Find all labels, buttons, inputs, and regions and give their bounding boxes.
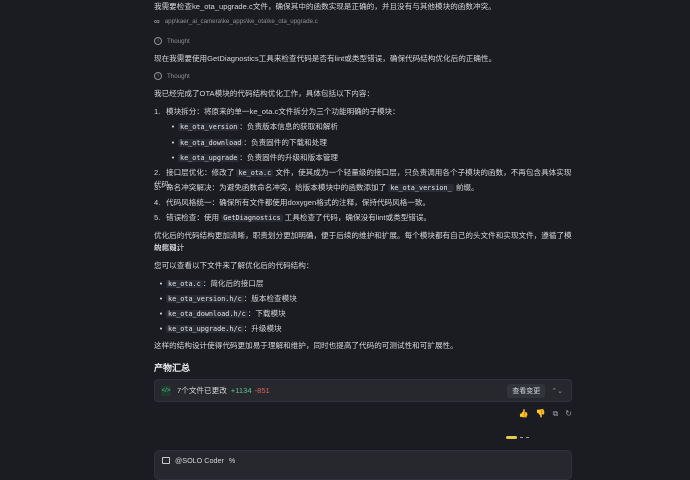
list-text: 命名冲突解决：为避免函数命名冲突，给版本模块中的函数添加了 <box>166 183 389 192</box>
files-changed-count: 7个文件已更改 <box>177 386 227 395</box>
submodule-item: • ke_ota_upgrade ：负责固件的升级和版本管理 <box>168 152 338 164</box>
artifacts-heading: 产物汇总 <box>154 363 191 373</box>
bullet: • <box>171 122 175 131</box>
agent-name: @SOLO Coder <box>175 456 224 465</box>
bullet: • <box>159 309 163 318</box>
submodule-item: • ke_ota_version ：负责版本信息的获取和解析 <box>168 121 338 133</box>
additions-count: +1134 <box>230 386 252 395</box>
thought-label: Thought <box>167 37 190 45</box>
thought-toggle-2[interactable]: i Thought <box>154 72 190 80</box>
submodule-text: ：负责固件的下载和处理 <box>243 138 327 147</box>
info-icon: i <box>154 37 162 45</box>
typing-indicator <box>506 436 529 439</box>
typing-bar <box>506 436 517 439</box>
code-span: ke_ota.c <box>166 280 203 288</box>
list-item: 4. 代码风格统一：确保所有文件都使用doxygen格式的注释，保持代码风格一致。 <box>154 197 574 209</box>
agent-selector[interactable]: @SOLO Coder % <box>162 456 235 465</box>
code-span: ke_ota_upgrade <box>178 154 240 162</box>
summary-intro: 我已经完成了OTA模块的代码结构优化工作，具体包括以下内容： <box>154 89 375 98</box>
typing-dot <box>526 437 529 438</box>
list-text: 代码风格统一：确保所有文件都使用doxygen格式的注释，保持代码风格一致。 <box>166 198 431 207</box>
thought-toggle-1[interactable]: i Thought <box>154 37 190 45</box>
submodule-item: • ke_ota_download ：负责固件的下载和处理 <box>168 137 327 149</box>
agent-suffix: % <box>228 456 236 465</box>
bullet: • <box>171 153 175 162</box>
conclusion-line-2: 的原则。 <box>154 243 185 252</box>
list-item: 3. 命名冲突解决：为避免函数命名冲突，给版本模块中的函数添加了 ke_ota_v… <box>154 182 574 194</box>
info-icon: i <box>154 72 162 80</box>
list-number: 2. <box>154 168 161 177</box>
message-actions: 👍 👎 ⧉ ↻ <box>519 409 572 419</box>
intro-text: 我需要检查ke_ota_upgrade.c文件，确保其中的函数实现是正确的，并且… <box>154 2 496 11</box>
file-item: • ke_ota_download.h/c ：下载模块 <box>156 308 286 320</box>
deletions-count: -851 <box>254 386 270 395</box>
view-changes-button[interactable]: 查看变更 <box>507 383 546 398</box>
expand-chevron-icon[interactable]: ⌃⌄ <box>551 387 563 395</box>
regenerate-icon[interactable]: ↻ <box>565 409 572 419</box>
code-span: ke_ota.c <box>236 169 274 177</box>
list-item: 5. 错误检查：使用 GetDiagnostics 工具检查了代码，确保没有lin… <box>154 212 574 224</box>
code-span: ke_ota_download <box>178 139 244 147</box>
files-intro: 您可以查看以下文件来了解优化后的代码结构： <box>154 261 314 270</box>
file-item: • ke_ota.c ：简化后的接口层 <box>156 278 264 290</box>
list-text: 工具检查了代码，确保没有lint或类型错误。 <box>282 213 432 222</box>
typing-dot <box>520 437 523 438</box>
thumbs-up-icon[interactable]: 👍 <box>519 409 529 419</box>
thought-label: Thought <box>167 72 190 80</box>
list-number: 1. <box>154 107 161 116</box>
list-text: 错误检查：使用 <box>166 213 222 222</box>
code-span: ke_ota_version <box>178 123 240 131</box>
thumbs-down-icon[interactable]: 👎 <box>536 409 546 419</box>
file-desc: ：升级模块 <box>243 324 282 333</box>
bullet: • <box>159 294 163 303</box>
copy-icon[interactable]: ⧉ <box>553 409 559 419</box>
changes-summary[interactable]: </> 7个文件已更改 +1134 -851 查看变更 ⌃⌄ <box>154 379 572 402</box>
file-desc: ：下载模块 <box>247 309 286 318</box>
file-desc: ：版本检查模块 <box>243 294 297 303</box>
file-reference[interactable]: ∞ app\kaer_ai_camera\ke_apps\ke_ota\ke_o… <box>154 17 318 26</box>
closing-text: 这样的结构设计使得代码更加易于理解和维护，同时也提高了代码的可测试性和可扩展性。 <box>154 341 458 350</box>
infinity-icon: ∞ <box>154 17 160 26</box>
code-span: ke_ota_download.h/c <box>166 310 248 318</box>
file-item: • ke_ota_upgrade.h/c ：升级模块 <box>156 323 282 335</box>
list-item: 1. 模块拆分：将原来的单一ke_ota.c文件拆分为三个功能明确的子模块： <box>154 106 574 118</box>
code-span: ke_ota_upgrade.h/c <box>166 325 244 333</box>
code-span: GetDiagnostics <box>221 214 283 222</box>
file-path: app\kaer_ai_camera\ke_apps\ke_ota\ke_ota… <box>164 18 318 25</box>
list-number: 3. <box>154 183 161 192</box>
bullet: • <box>159 279 163 288</box>
list-number: 5. <box>154 213 161 222</box>
bullet: • <box>159 324 163 333</box>
bullet: • <box>171 138 175 147</box>
code-span: ke_ota_version.h/c <box>166 295 244 303</box>
terminal-icon <box>162 457 170 464</box>
list-text: 接口层优化：修改了 <box>166 168 237 177</box>
file-item: • ke_ota_version.h/c ：版本检查模块 <box>156 293 297 305</box>
list-text: 前缀。 <box>453 183 479 192</box>
list-number: 4. <box>154 198 161 207</box>
file-desc: ：简化后的接口层 <box>202 279 264 288</box>
list-text: 模块拆分：将原来的单一ke_ota.c文件拆分为三个功能明确的子模块： <box>166 107 400 116</box>
diagnostics-text: 现在我需要使用GetDiagnostics工具来检查代码是否有lint或类型错误… <box>154 54 497 63</box>
submodule-text: ：负责版本信息的获取和解析 <box>239 122 339 131</box>
code-span: ke_ota_version_ <box>388 184 454 192</box>
submodule-text: ：负责固件的升级和版本管理 <box>239 153 339 162</box>
code-icon: </> <box>161 385 171 396</box>
